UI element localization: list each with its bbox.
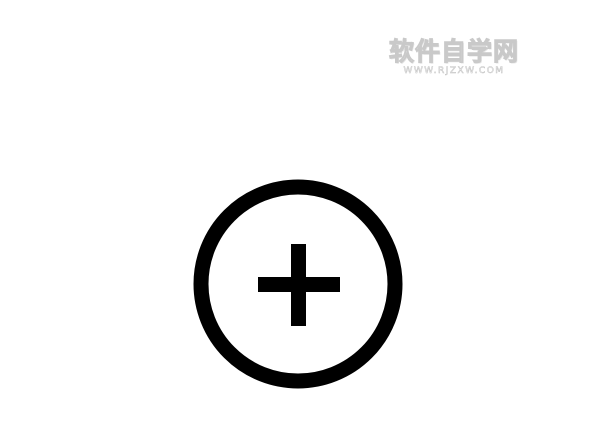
watermark-url: WWW.RJZXW.COM [403, 66, 505, 77]
watermark: 软件自学网 WWW.RJZXW.COM [376, 37, 532, 80]
watermark-title: 软件自学网 [388, 37, 519, 66]
canvas: 软件自学网 WWW.RJZXW.COM [0, 0, 600, 423]
plus-circle-icon [193, 179, 403, 389]
add-button[interactable] [192, 178, 404, 390]
plus-vertical-bar [291, 244, 306, 326]
